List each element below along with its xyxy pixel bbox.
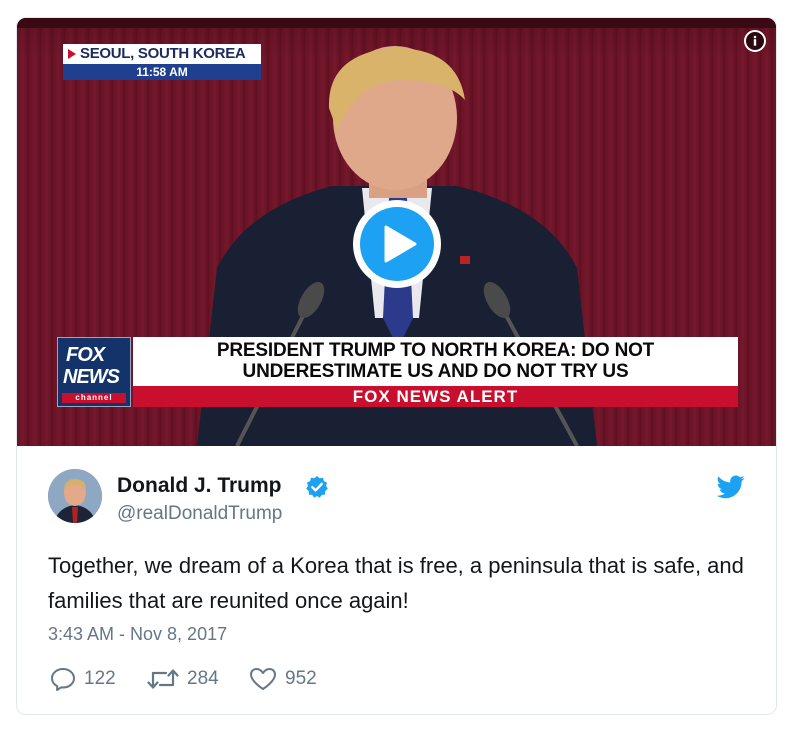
video-dateline: SEOUL, SOUTH KOREA 11:58 AM (63, 44, 261, 82)
author-handle[interactable]: @realDonaldTrump (117, 503, 282, 525)
dateline-location-box: SEOUL, SOUTH KOREA (63, 44, 261, 65)
like-count: 952 (285, 668, 317, 689)
play-icon (384, 225, 417, 263)
headline-line-1: PRESIDENT TRUMP TO NORTH KOREA: DO NOT (216, 340, 655, 361)
network-logo-line2: NEWS (63, 366, 120, 388)
avatar[interactable] (48, 469, 102, 523)
network-logo-line3: channel (62, 393, 126, 403)
author-name[interactable]: Donald J. Trump (117, 474, 282, 498)
reply-icon (51, 668, 75, 691)
twitter-bird-icon[interactable] (717, 475, 745, 499)
reply-button[interactable]: 122 (50, 665, 116, 693)
network-logo-line1: FOX (66, 344, 105, 366)
retweet-button[interactable]: 284 (147, 665, 219, 693)
reply-count: 122 (84, 668, 116, 689)
info-icon[interactable] (744, 30, 766, 52)
like-button[interactable]: 952 (249, 665, 317, 693)
retweet-icon (147, 669, 179, 689)
news-headline-banner: PRESIDENT TRUMP TO NORTH KOREA: DO NOT U… (133, 337, 738, 386)
like-icon (250, 668, 276, 690)
retweet-count: 284 (187, 668, 219, 689)
dateline-location: SEOUL, SOUTH KOREA (80, 45, 246, 62)
video-player[interactable]: SEOUL, SOUTH KOREA 11:58 AM FOX NEWS cha… (17, 18, 776, 446)
tweet-card: SEOUL, SOUTH KOREA 11:58 AM FOX NEWS cha… (16, 17, 777, 715)
tweet-timestamp[interactable]: 3:43 AM - Nov 8, 2017 (48, 624, 227, 645)
play-button[interactable] (353, 200, 441, 288)
dateline-time: 11:58 AM (63, 64, 261, 80)
news-alert-bar: FOX NEWS ALERT (133, 386, 738, 407)
verified-badge-icon (306, 476, 328, 498)
tweet-text: Together, we dream of a Korea that is fr… (48, 553, 744, 613)
dateline-arrow-icon (68, 49, 76, 59)
network-logo: FOX NEWS channel (57, 337, 131, 407)
headline-line-2: UNDERESTIMATE US AND DO NOT TRY US (242, 361, 629, 382)
